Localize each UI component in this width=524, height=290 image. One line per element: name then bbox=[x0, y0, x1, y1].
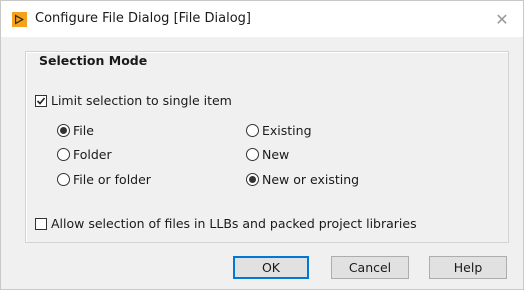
window-title: Configure File Dialog [File Dialog] bbox=[35, 11, 251, 26]
limit-single-item-label: Limit selection to single item bbox=[51, 93, 232, 108]
radio-button[interactable] bbox=[57, 173, 70, 186]
selection-mode-title: Selection Mode bbox=[39, 53, 148, 68]
labview-app-icon bbox=[12, 12, 27, 27]
radio-new-label: New bbox=[262, 147, 290, 162]
radio-file-or-folder-label: File or folder bbox=[73, 172, 151, 187]
cancel-button[interactable]: Cancel bbox=[331, 256, 409, 279]
radio-new-or-existing-label: New or existing bbox=[262, 172, 360, 187]
radio-folder-label: Folder bbox=[73, 147, 112, 162]
radio-button[interactable] bbox=[246, 124, 259, 137]
title-bar[interactable]: Configure File Dialog [File Dialog] ✕ bbox=[1, 1, 523, 37]
configure-file-dialog-window: Configure File Dialog [File Dialog] ✕ Se… bbox=[0, 0, 524, 290]
radio-file-or-folder[interactable]: File or folder bbox=[57, 172, 151, 187]
close-icon[interactable]: ✕ bbox=[485, 4, 519, 34]
radio-existing[interactable]: Existing bbox=[246, 123, 312, 138]
dialog-body: Selection Mode Limit selection to single… bbox=[1, 37, 523, 289]
radio-file[interactable]: File bbox=[57, 123, 94, 138]
allow-llb-selection-label: Allow selection of files in LLBs and pac… bbox=[51, 216, 417, 231]
ok-button[interactable]: OK bbox=[233, 256, 309, 279]
radio-button[interactable] bbox=[246, 148, 259, 161]
checkbox-box[interactable] bbox=[35, 94, 47, 107]
radio-selected-dot bbox=[249, 176, 256, 183]
radio-selected-dot bbox=[60, 127, 67, 134]
help-button[interactable]: Help bbox=[429, 256, 507, 279]
radio-button[interactable] bbox=[57, 148, 70, 161]
radio-new[interactable]: New bbox=[246, 147, 289, 162]
checkbox-box[interactable] bbox=[35, 217, 47, 230]
radio-button[interactable] bbox=[57, 124, 70, 137]
checkmark-icon bbox=[36, 96, 46, 105]
radio-file-label: File bbox=[73, 123, 94, 138]
radio-folder[interactable]: Folder bbox=[57, 147, 112, 162]
radio-new-or-existing[interactable]: New or existing bbox=[246, 172, 359, 187]
limit-single-item-checkbox[interactable]: Limit selection to single item bbox=[35, 93, 232, 108]
radio-existing-label: Existing bbox=[262, 123, 312, 138]
radio-button[interactable] bbox=[246, 173, 259, 186]
allow-llb-selection-checkbox[interactable]: Allow selection of files in LLBs and pac… bbox=[35, 216, 417, 231]
